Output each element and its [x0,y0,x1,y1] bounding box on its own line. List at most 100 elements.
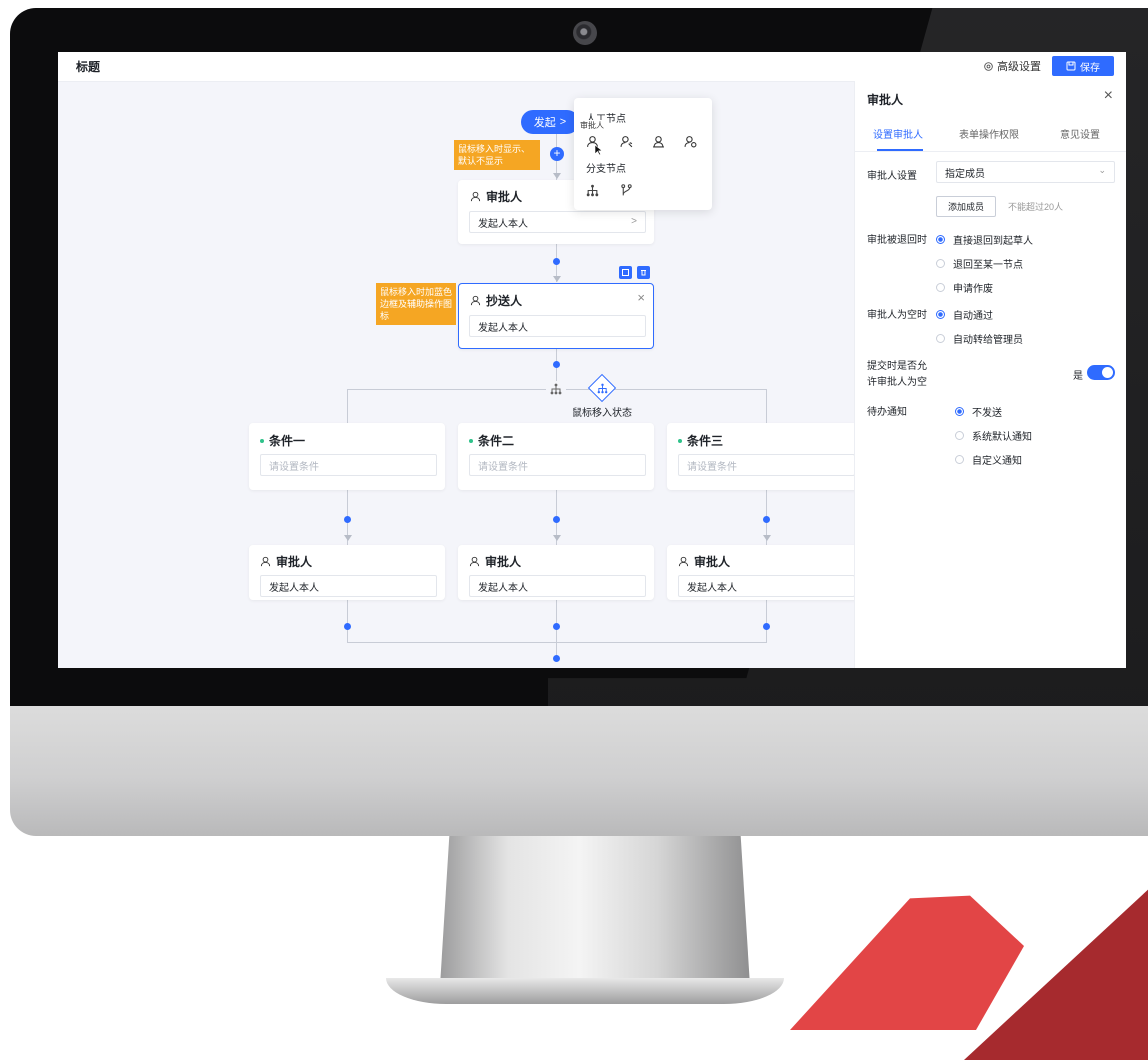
connector-dot[interactable] [553,516,560,523]
condition-title: 条件三 [687,434,724,448]
connector-line [347,389,348,423]
connector-dot[interactable] [763,516,770,523]
approver-card-value-text: 发起人本人 [478,218,528,230]
radio-icon [955,431,964,440]
arrow-down-icon [344,535,352,541]
config-panel: 审批人 × 设置审批人 表单操作权限 意见设置 审批人设置 指定成员 ⌄ 添加成… [854,81,1126,668]
tab-form-permissions[interactable]: 表单操作权限 [959,126,1019,141]
person-icon [470,191,481,202]
branch-approver-header: 审批人 [260,553,312,570]
monitor-base [386,978,784,1004]
connector-dot[interactable] [344,516,351,523]
add-node-icon[interactable]: + [550,147,564,161]
monitor-chin [10,706,1148,836]
app-screen: 标题 高级设置 保存 发起 > 鼠标移入时显示、默认不显示 + 审批人 发起人本… [58,52,1126,668]
connector-dot[interactable] [763,623,770,630]
connector-dot[interactable] [553,655,560,662]
branch-approver-header: 审批人 [678,553,730,570]
cc-tooltip: 鼠标移入时加蓝色边框及辅助操作图标 [376,283,456,325]
delete-icon[interactable] [637,266,650,279]
notify-label: 待办通知 [867,407,907,418]
save-button[interactable]: 保存 [1052,56,1114,76]
radio-icon [955,455,964,464]
connector-line [766,389,767,423]
radio-label: 自动通过 [953,311,993,322]
branch-approver-card[interactable]: 审批人 发起人本人 [249,545,445,600]
radio-notify-option[interactable]: 系统默认通知 [955,428,1032,443]
radio-notify-option[interactable]: 自定义通知 [955,452,1022,467]
approver-setting-select[interactable]: 指定成员 ⌄ [936,161,1115,183]
cursor-icon [594,144,603,156]
arrow-down-icon [763,535,771,541]
start-node[interactable]: 发起 > [521,110,579,134]
cc-card-header: 抄送人 [470,292,522,309]
condition-card[interactable]: 条件二 请设置条件 [458,423,654,490]
person-icon [470,295,481,306]
condition-input[interactable]: 请设置条件 [678,454,855,476]
radio-selected-icon [936,235,945,244]
connector-dot[interactable] [553,361,560,368]
close-icon[interactable]: × [637,290,645,305]
branch-approver-card[interactable]: 审批人 发起人本人 [458,545,654,600]
cc-person-icon[interactable] [652,135,665,148]
connector-dot[interactable] [344,623,351,630]
radio-icon [936,334,945,343]
tab-approver-settings[interactable]: 设置审批人 [873,126,923,141]
condition-header: 条件一 [260,432,305,449]
person-icon [469,556,480,567]
approver-card-value[interactable]: 发起人本人 > [469,211,646,233]
branch-approver-header: 审批人 [469,553,521,570]
allow-empty-value: 是 [1073,371,1083,382]
add-member-button[interactable]: 添加成员 [936,196,996,217]
branch-tree-icon[interactable] [586,184,599,197]
stamp-person-icon[interactable] [684,135,697,148]
page-title: 标题 [76,60,101,74]
allow-empty-toggle[interactable] [1087,365,1115,380]
person-icon [678,556,689,567]
radio-rejected-option[interactable]: 退回至某一节点 [936,256,1023,271]
branch-approver-value[interactable]: 发起人本人 [260,575,437,597]
branch-approver-value[interactable]: 发起人本人 [678,575,855,597]
radio-selected-icon [936,310,945,319]
person-icon [260,556,271,567]
advanced-settings-button[interactable]: 高级设置 [983,58,1041,74]
branch-approver-card[interactable]: 审批人 发起人本人 [667,545,863,600]
radio-empty-option[interactable]: 自动通过 [936,307,993,322]
add-member-hint: 不能超过20人 [1008,202,1064,212]
connector-dot[interactable] [553,623,560,630]
approver-setting-label: 审批人设置 [867,171,917,182]
copy-icon[interactable] [619,266,632,279]
tab-opinion-settings[interactable]: 意见设置 [1060,126,1100,141]
branch-hover-label: 鼠标移入状态 [572,408,632,419]
chevron-right-icon: > [631,216,637,227]
add-node-popup: 人工节点 审批人 分支节点 [574,98,712,210]
radio-rejected-option[interactable]: 直接退回到起草人 [936,232,1033,247]
condition-header: 条件二 [469,432,514,449]
radio-empty-option[interactable]: 自动转给管理员 [936,331,1023,346]
branch-tree-icon[interactable] [546,381,566,397]
branch-approver-title: 审批人 [694,555,731,569]
close-icon[interactable]: × [1104,87,1113,105]
radio-label: 直接退回到起草人 [953,236,1033,247]
cc-card-value[interactable]: 发起人本人 [469,315,646,337]
radio-label: 自定义通知 [972,456,1022,467]
handler-icon[interactable] [620,135,633,148]
radio-rejected-option[interactable]: 申请作废 [936,280,993,295]
radio-label: 退回至某一节点 [953,260,1023,271]
arrow-down-icon [553,276,561,282]
panel-tabs: 设置审批人 表单操作权限 意见设置 [855,121,1126,152]
radio-label: 系统默认通知 [972,432,1032,443]
condition-dot-icon [260,438,264,443]
connector-dot[interactable] [553,258,560,265]
radio-notify-option[interactable]: 不发送 [955,404,1002,419]
start-tooltip: 鼠标移入时显示、默认不显示 [454,140,540,170]
condition-input[interactable]: 请设置条件 [469,454,646,476]
cc-node-card[interactable]: 抄送人 × 发起人本人 [458,283,654,349]
condition-card[interactable]: 条件一 请设置条件 [249,423,445,490]
condition-card[interactable]: 条件三 请设置条件 [667,423,863,490]
branch-approver-value[interactable]: 发起人本人 [469,575,646,597]
panel-title: 审批人 [867,93,904,107]
connector-line [766,600,767,642]
condition-input[interactable]: 请设置条件 [260,454,437,476]
parallel-branch-icon[interactable] [620,184,633,197]
